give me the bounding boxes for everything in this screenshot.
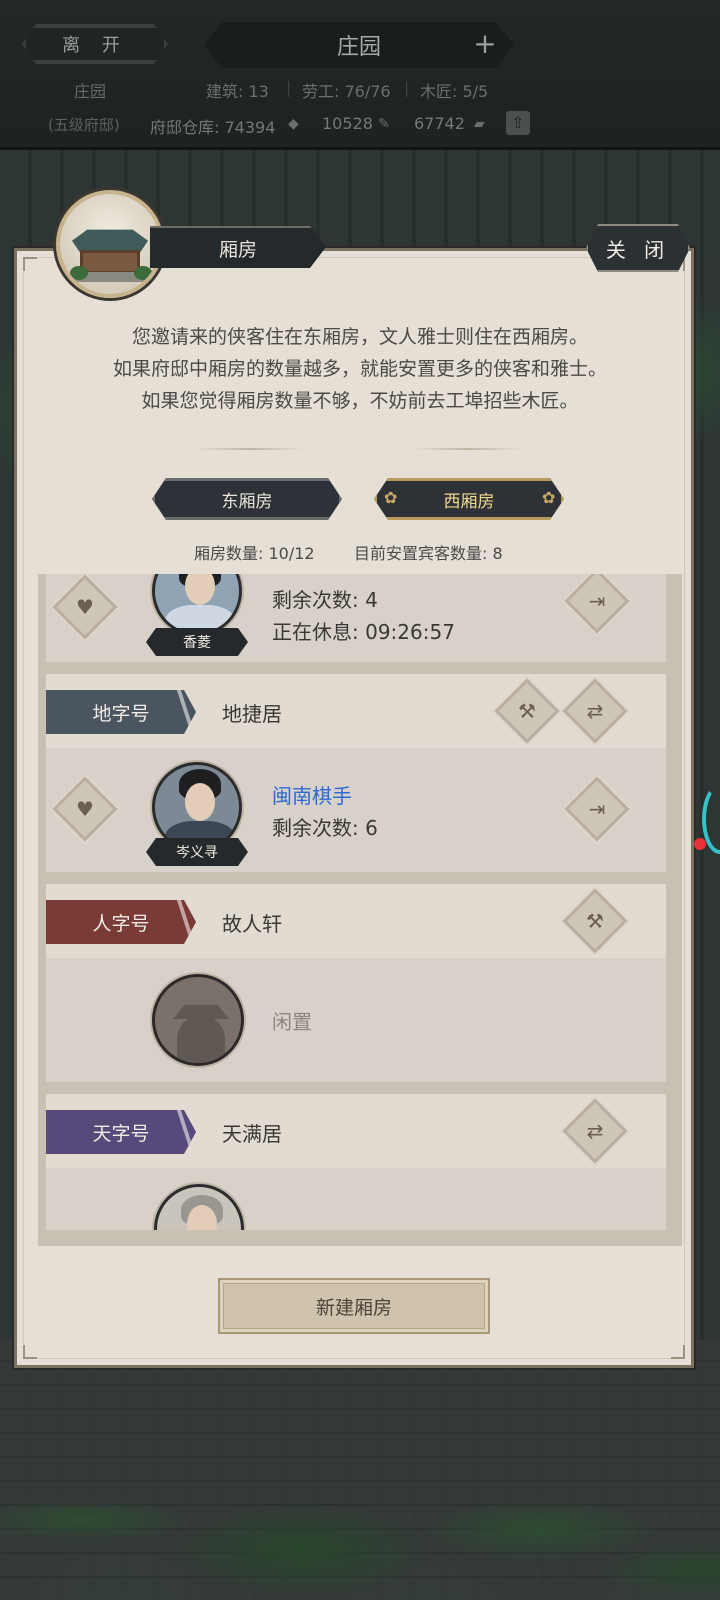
room-card-header: 天字号 天满居 ⇄ bbox=[46, 1094, 666, 1168]
room-name: 天满居 bbox=[222, 1122, 282, 1146]
empty-slot-avatar[interactable] bbox=[152, 974, 244, 1066]
description-line-1: 您邀请来的侠客住在东厢房，文人雅士则住在西厢房。 bbox=[131, 326, 588, 348]
room-list[interactable]: ♥ 香菱 剩余次数: 4 正在休息: 09:26:57 ⇥ 地字号 地捷居 ⚒ … bbox=[38, 574, 682, 1246]
exit-door-icon: ⇥ bbox=[588, 589, 606, 613]
panel-title: 厢房 bbox=[150, 226, 326, 268]
resource-3-value: 67742 bbox=[414, 114, 465, 133]
page-title: 庄园 bbox=[204, 22, 514, 68]
guest-name-plate: 香菱 bbox=[146, 628, 248, 656]
carpenters-stat: 木匠: 5/5 bbox=[420, 82, 489, 101]
swap-icon: ⇄ bbox=[586, 699, 604, 723]
corner-ornament bbox=[23, 1345, 37, 1359]
divider bbox=[194, 448, 304, 450]
room-card: 人字号 故人轩 ⚒ 闲置 bbox=[46, 884, 666, 1082]
background-bushes bbox=[0, 1400, 720, 1600]
exit-door-icon: ⇥ bbox=[588, 797, 606, 821]
leave-button[interactable]: 离 开 bbox=[22, 24, 168, 64]
manor-level: (五级府邸) bbox=[48, 116, 120, 134]
flower-ornament-icon: ✿ bbox=[542, 488, 556, 507]
swap-icon: ⇄ bbox=[586, 1119, 604, 1143]
corner-ornament bbox=[671, 1345, 685, 1359]
notification-dot bbox=[694, 838, 706, 850]
room-card: ♥ 香菱 剩余次数: 4 正在休息: 09:26:57 ⇥ bbox=[46, 574, 666, 662]
tab-west-wing[interactable]: 西厢房 bbox=[374, 478, 564, 520]
guest-name-plate: 岑义寻 bbox=[146, 838, 248, 866]
flower-ornament-icon: ✿ bbox=[384, 488, 398, 507]
close-button[interactable]: 关 闭 bbox=[586, 224, 690, 272]
avatar[interactable] bbox=[154, 1184, 244, 1230]
corner-ornament bbox=[23, 257, 37, 271]
tab-west-wing-label: 西厢房 bbox=[443, 491, 495, 512]
room-rank-tag: 地字号 bbox=[46, 690, 196, 734]
room-count: 厢房数量: 10/12 bbox=[194, 544, 315, 563]
export-icon[interactable]: ⇧ bbox=[506, 111, 530, 135]
room-card: 天字号 天满居 ⇄ bbox=[46, 1094, 666, 1230]
stat-separator: | bbox=[286, 78, 292, 97]
hammer-icon: ⚒ bbox=[518, 699, 536, 723]
remaining-count: 剩余次数: 4 bbox=[272, 588, 378, 612]
plus-icon[interactable]: + bbox=[470, 30, 500, 60]
room-name: 故人轩 bbox=[222, 912, 282, 936]
laborers-stat: 劳工: 76/76 bbox=[302, 82, 391, 101]
top-bar: 离 开 庄园 + 庄园 (五级府邸) 建筑: 13 | 劳工: 76/76 | … bbox=[0, 0, 720, 150]
heart-icon: ♥ bbox=[76, 595, 94, 619]
divider bbox=[412, 448, 522, 450]
heart-icon: ♥ bbox=[76, 797, 94, 821]
room-rank-tag: 天字号 bbox=[46, 1110, 196, 1154]
guest-title: 闽南棋手 bbox=[272, 784, 352, 808]
new-room-button[interactable]: 新建厢房 bbox=[218, 1278, 490, 1334]
room-card: 地字号 地捷居 ⚒ ⇄ ♥ 岑义寻 闽南棋手 剩余次数: 6 ⇥ bbox=[46, 674, 666, 872]
wing-room-building-icon bbox=[56, 190, 164, 298]
hammer-icon: ⚒ bbox=[586, 909, 604, 933]
room-name: 地捷居 bbox=[222, 702, 282, 726]
avatar[interactable] bbox=[152, 574, 242, 636]
resource-2-value: 10528 bbox=[322, 114, 373, 133]
coin-icon: ◆ bbox=[288, 116, 299, 132]
room-status: 闲置 bbox=[272, 1010, 312, 1034]
rest-timer: 正在休息: 09:26:57 bbox=[272, 620, 455, 644]
manor-label: 庄园 bbox=[74, 82, 107, 101]
guest-count: 目前安置宾客数量: 8 bbox=[354, 544, 503, 563]
room-card-header: 人字号 故人轩 ⚒ bbox=[46, 884, 666, 958]
remaining-count: 剩余次数: 6 bbox=[272, 816, 378, 840]
tool-icon: ✎ bbox=[378, 116, 390, 132]
tab-east-wing[interactable]: 东厢房 bbox=[152, 478, 342, 520]
description-line-3: 如果您觉得厢房数量不够，不妨前去工埠招些木匠。 bbox=[141, 390, 579, 412]
material-icon: ▰ bbox=[474, 116, 485, 132]
storage-stat: 府邸仓库: 74394 bbox=[150, 118, 276, 137]
room-card-header: 地字号 地捷居 ⚒ ⇄ bbox=[46, 674, 666, 748]
room-rank-tag: 人字号 bbox=[46, 900, 196, 944]
stat-separator: | bbox=[404, 78, 410, 97]
description-line-2: 如果府邸中厢房的数量越多，就能安置更多的侠客和雅士。 bbox=[112, 358, 607, 380]
buildings-stat: 建筑: 13 bbox=[206, 82, 269, 101]
